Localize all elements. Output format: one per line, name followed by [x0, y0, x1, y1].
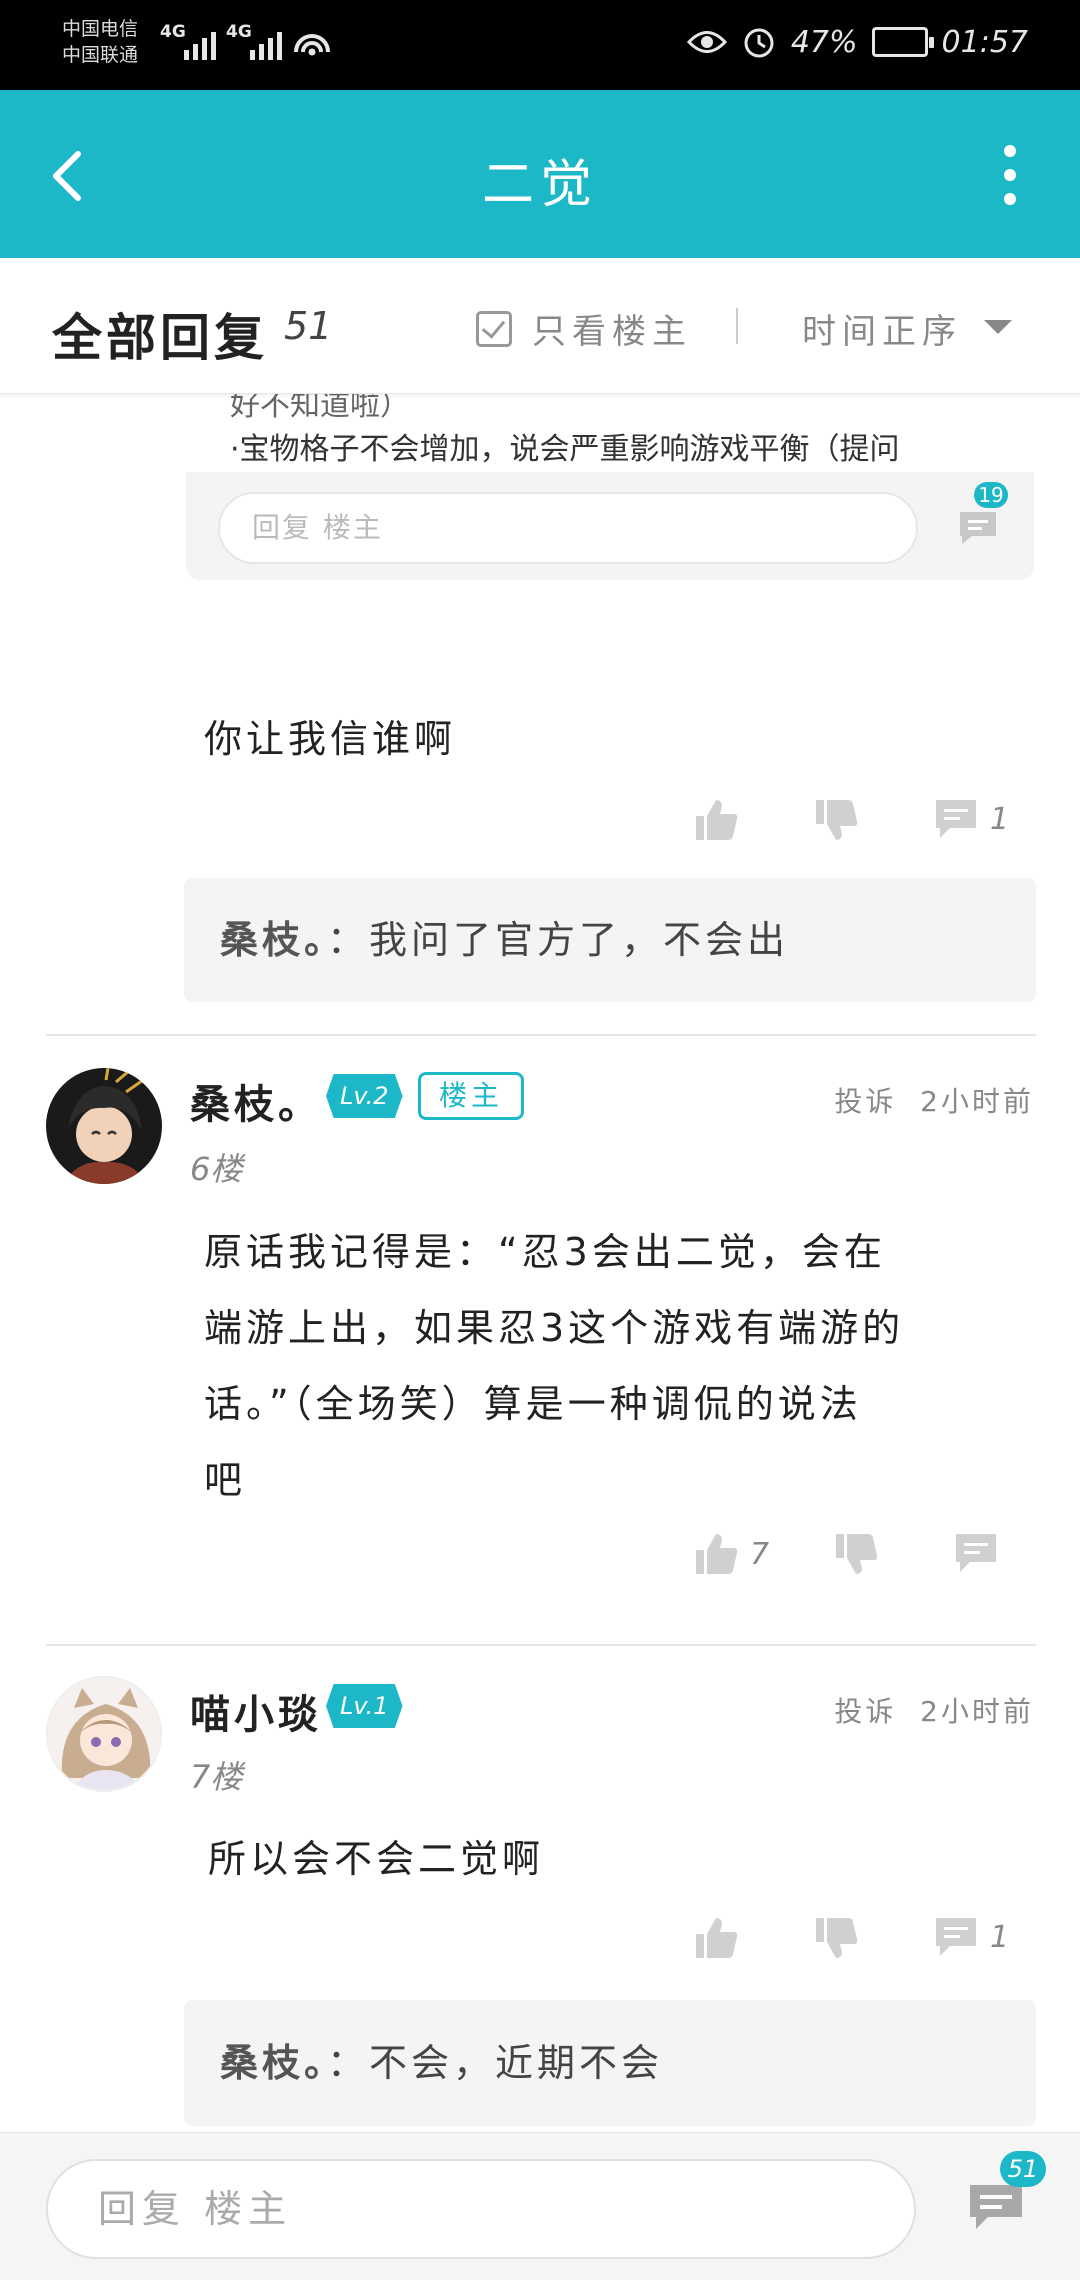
sort-dropdown[interactable]: 时间正序 — [802, 304, 962, 353]
chevron-down-icon — [984, 320, 1012, 334]
like-button[interactable] — [692, 796, 740, 844]
app-bar: 二觉 — [0, 90, 1080, 258]
header-divider — [736, 308, 738, 344]
comment-bubble-icon — [936, 800, 976, 838]
sub-reply[interactable]: 桑枝。：不会，近期不会 — [184, 2000, 1036, 2126]
network-type-1: 4G — [160, 22, 186, 42]
avatar-image — [46, 1068, 162, 1184]
only-op-label: 只看楼主 — [532, 312, 692, 352]
comment-line: 吧 — [204, 1458, 247, 1502]
sub-reply[interactable]: 桑枝。：我问了官方了，不会出 — [184, 878, 1036, 1002]
comment-divider — [46, 1644, 1036, 1646]
comment-text: 原话我记得是：“忍3会出二觉，会在 端游上出，如果忍3这个游戏有端游的 话。”（… — [204, 1214, 904, 1518]
reply-count: 1 — [990, 801, 1010, 837]
comment-bubble-icon — [936, 1918, 976, 1956]
comment-count-badge: 19 — [974, 482, 1008, 508]
thumbs-up-icon — [696, 1918, 738, 1958]
like-button[interactable] — [692, 1914, 740, 1962]
sub-reply-text: 我问了官方了，不会出 — [369, 918, 790, 962]
hotspot-icon — [294, 34, 330, 56]
battery-icon — [871, 27, 934, 57]
inline-reply-input[interactable]: 回复 楼主 — [218, 492, 918, 564]
prev-post-reply-box: 回复 楼主 19 — [186, 472, 1034, 580]
all-replies-label: 全部回复 — [52, 309, 268, 367]
comment-meta: 投诉 2小时前 — [834, 1690, 1034, 1730]
sub-reply-separator: ： — [327, 918, 370, 962]
comment-line: 原话我记得是：“忍3会出二觉，会在 — [204, 1230, 886, 1274]
thumbs-down-icon — [836, 1534, 878, 1574]
floor-number: 6楼 — [190, 1150, 243, 1188]
reply-count: 51 — [284, 304, 333, 348]
reply-input[interactable]: 回复 楼主 — [46, 2159, 916, 2259]
prev-post-line-2: ·宝物格子不会增加，说会严重影响游戏平衡（提问 — [230, 432, 900, 467]
network-type-2: 4G — [226, 22, 252, 42]
comment-line: 端游上出，如果忍3这个游戏有端游的 — [204, 1306, 905, 1350]
avatar[interactable] — [46, 1068, 162, 1184]
eye-icon — [686, 31, 727, 53]
only-op-toggle[interactable]: 只看楼主 — [476, 304, 692, 353]
thumbs-up-icon — [696, 800, 738, 840]
like-count: 7 — [750, 1536, 770, 1572]
thumbs-up-icon — [696, 1534, 738, 1574]
username[interactable]: 桑枝。 — [190, 1072, 322, 1130]
signal-icon-2 — [250, 26, 282, 60]
alarm-icon — [744, 28, 774, 58]
more-dot-icon — [1004, 193, 1016, 205]
reply-header: 全部回复 51 只看楼主 时间正序 — [0, 258, 1080, 394]
comment-text: 你让我信谁啊 — [204, 717, 457, 761]
avatar[interactable] — [46, 1676, 162, 1792]
sub-reply-author: 桑枝。 — [220, 2041, 328, 2085]
thumbs-down-icon — [816, 800, 858, 840]
comment-bubble-icon — [960, 512, 996, 544]
more-dot-icon — [1004, 145, 1016, 157]
like-button[interactable]: 7 — [692, 1530, 769, 1578]
more-dot-icon — [1004, 169, 1016, 181]
comment-line: 话。”（全场笑）算是一种调侃的说法 — [204, 1382, 862, 1426]
sub-reply-author: 桑枝。 — [220, 918, 328, 962]
report-link[interactable]: 投诉 — [834, 1695, 896, 1728]
reply-button[interactable] — [952, 1530, 1000, 1576]
sub-reply-text: 不会，近期不会 — [369, 2041, 664, 2085]
comments-button[interactable]: 51 — [966, 2151, 1046, 2237]
page-title: 二觉 — [481, 155, 598, 215]
comment-count-badge: 51 — [1000, 2151, 1046, 2187]
comment-bubble-button[interactable]: 19 — [956, 482, 1008, 552]
comment-meta: 投诉 2小时前 — [834, 1080, 1034, 1120]
floor-number: 7楼 — [190, 1758, 243, 1796]
avatar-image — [48, 1678, 160, 1790]
op-badge: 楼主 — [418, 1072, 525, 1120]
thumbs-down-icon — [816, 1918, 858, 1958]
level-badge: Lv.2 — [326, 1074, 403, 1118]
status-right: 47% 01:57 — [686, 24, 1028, 60]
bottom-reply-bar: 回复 楼主 51 — [0, 2132, 1080, 2280]
comment-bubble-icon — [956, 1534, 996, 1572]
carrier-1: 中国电信 — [62, 18, 139, 40]
status-bar: 中国电信 中国联通 4G 4G 47% 01:57 — [0, 0, 1080, 90]
carrier-info: 中国电信 中国联通 — [62, 16, 138, 68]
carrier-2: 中国联通 — [62, 44, 139, 66]
reply-button[interactable]: 1 — [932, 1914, 1009, 1960]
clock: 01:57 — [941, 24, 1028, 60]
reply-count: 1 — [990, 1919, 1010, 1955]
comment-divider — [46, 1034, 1036, 1036]
comment-bubble-icon — [970, 2185, 1022, 2229]
battery-percent: 47% — [790, 24, 858, 60]
username[interactable]: 喵小琰 — [190, 1682, 322, 1740]
sub-reply-separator: ： — [327, 2041, 370, 2085]
more-options-button[interactable] — [980, 140, 1040, 210]
post-time: 2小时前 — [920, 1085, 1034, 1118]
checkbox-icon — [476, 310, 512, 347]
dislike-button[interactable] — [832, 1530, 880, 1578]
dislike-button[interactable] — [812, 1914, 860, 1962]
signal-icon — [184, 26, 216, 60]
report-link[interactable]: 投诉 — [834, 1085, 896, 1118]
reply-button[interactable]: 1 — [932, 796, 1009, 842]
dislike-button[interactable] — [812, 796, 860, 844]
level-badge: Lv.1 — [326, 1684, 403, 1728]
comment-text: 所以会不会二觉啊 — [208, 1837, 545, 1881]
post-time: 2小时前 — [920, 1695, 1034, 1728]
